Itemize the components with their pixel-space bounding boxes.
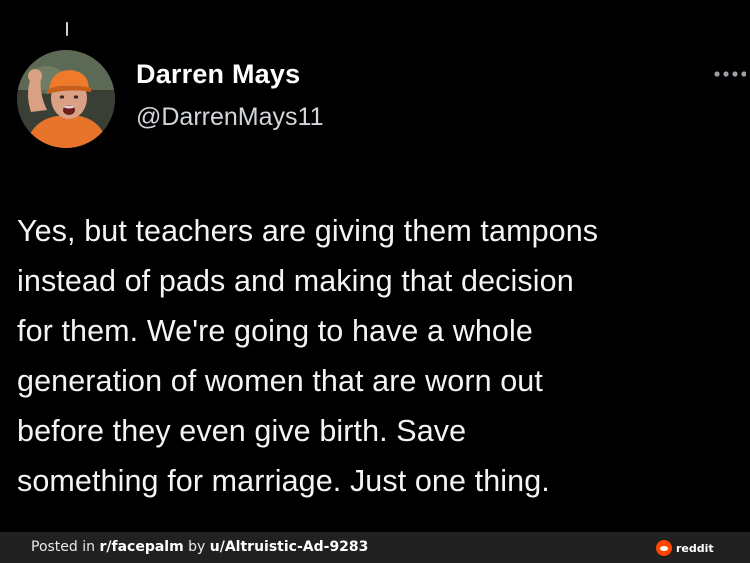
reddit-attribution-bar: Posted in r/facepalm by u/Altruistic-Ad-… [0, 532, 750, 563]
posted-by-connector: by [183, 539, 210, 555]
reddit-logo-icon [656, 540, 672, 556]
post-body-text: Yes, but teachers are giving them tampon… [17, 214, 599, 498]
avatar-image [17, 50, 115, 148]
thread-connector-line [66, 22, 68, 36]
author-handle[interactable]: @DarrenMays11 [136, 103, 323, 132]
reddit-brand-label: reddit [676, 541, 714, 555]
avatar[interactable] [17, 50, 115, 148]
posted-in-prefix: Posted in [31, 539, 100, 555]
author-display-name[interactable]: Darren Mays [136, 59, 300, 90]
more-horizontal-icon[interactable] [712, 62, 747, 84]
posted-in-caption: Posted in r/facepalm by u/Altruistic-Ad-… [31, 539, 368, 555]
username-link[interactable]: u/Altruistic-Ad-9283 [210, 539, 369, 555]
subreddit-link[interactable]: r/facepalm [99, 539, 183, 555]
reddit-brand-badge: reddit [656, 540, 714, 556]
